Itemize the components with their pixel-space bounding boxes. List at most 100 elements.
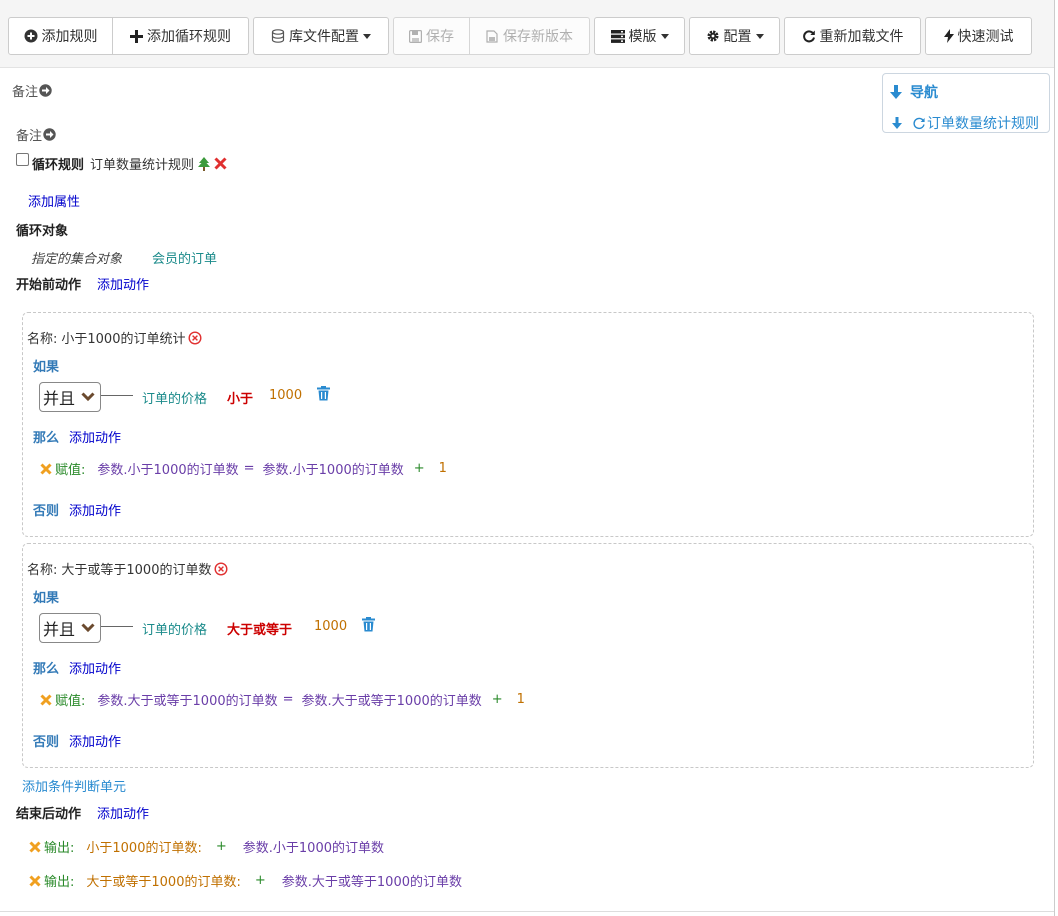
save-button[interactable]: 保存 bbox=[393, 17, 470, 55]
remove-action-icon[interactable] bbox=[29, 874, 41, 887]
else-add-action-link[interactable]: 添加动作 bbox=[69, 500, 121, 519]
lib-config-button[interactable]: 库文件配置 bbox=[253, 17, 389, 55]
then-add-action-link[interactable]: 添加动作 bbox=[69, 427, 121, 446]
assign-increment[interactable]: 1 bbox=[439, 461, 447, 476]
unit-name-label: 名称: bbox=[27, 332, 58, 347]
trash-icon[interactable] bbox=[362, 617, 375, 632]
config-label: 配置 bbox=[723, 29, 752, 45]
remove-action-icon[interactable] bbox=[29, 840, 41, 853]
if-label: 如果 bbox=[33, 360, 60, 375]
else-label: 否则 bbox=[33, 504, 60, 519]
template-button[interactable]: 模版 bbox=[594, 17, 685, 55]
remark-toggle-top[interactable]: 备注 bbox=[12, 81, 52, 100]
add-rule-label: 添加规则 bbox=[41, 29, 98, 45]
server-icon bbox=[610, 29, 625, 43]
condition-value[interactable]: 1000 bbox=[314, 619, 347, 634]
arrow-circle-right-icon bbox=[39, 84, 52, 97]
rule-name[interactable]: 订单数量统计规则 bbox=[90, 154, 194, 173]
add-condition-unit-link[interactable]: 添加条件判断单元 bbox=[22, 776, 126, 795]
output-plus[interactable]: + bbox=[216, 839, 227, 854]
add-rule-button[interactable]: 添加规则 bbox=[8, 17, 113, 55]
save-new-version-label: 保存新版本 bbox=[503, 29, 573, 45]
assign-target[interactable]: 参数.小于1000的订单数 bbox=[97, 459, 238, 478]
condition-unit: 名称: 大于或等于1000的订单数 如果 并且 订单的价格 大于或等于 1000… bbox=[22, 543, 1034, 768]
output-label[interactable]: 大于或等于1000的订单数: bbox=[86, 871, 240, 890]
else-label: 否则 bbox=[33, 735, 60, 750]
remark-toggle-rule[interactable]: 备注 bbox=[16, 125, 56, 144]
caret-down-icon bbox=[363, 33, 371, 39]
caret-down-icon bbox=[660, 33, 669, 39]
rule-type-label: 循环规则 bbox=[32, 158, 85, 173]
trash-icon[interactable] bbox=[317, 386, 330, 401]
assign-plus[interactable]: + bbox=[414, 461, 425, 476]
rule-checkbox[interactable] bbox=[16, 153, 29, 166]
add-loop-rule-button[interactable]: 添加循环规则 bbox=[113, 17, 249, 55]
reload-file-label: 重新加载文件 bbox=[819, 29, 904, 45]
add-loop-rule-label: 添加循环规则 bbox=[147, 29, 231, 45]
condition-connector bbox=[101, 626, 133, 627]
assign-action-row: 赋值: 参数.小于1000的订单数 = 参数.小于1000的订单数 + 1 bbox=[40, 459, 447, 478]
reload-file-button[interactable]: 重新加载文件 bbox=[784, 17, 921, 55]
quick-test-button[interactable]: 快速测试 bbox=[925, 17, 1032, 55]
gear-icon bbox=[706, 29, 720, 43]
save-new-version-button[interactable]: 保存新版本 bbox=[470, 17, 590, 55]
loop-object-value[interactable]: 会员的订单 bbox=[152, 248, 217, 267]
loop-refresh-icon bbox=[912, 116, 926, 130]
output-type: 输出: bbox=[44, 841, 75, 856]
nav-title[interactable]: 导航 bbox=[890, 82, 938, 102]
unit-name[interactable]: 小于1000的订单统计 bbox=[61, 328, 185, 347]
output-label[interactable]: 小于1000的订单数: bbox=[86, 837, 201, 856]
nav-item-loop-rule[interactable]: 订单数量统计规则 bbox=[892, 113, 1039, 133]
assign-equals: = bbox=[282, 692, 294, 707]
document-save-icon bbox=[486, 29, 499, 43]
output-action-row: 输出: 小于1000的订单数: + 参数.小于1000的订单数 bbox=[29, 837, 384, 856]
output-param[interactable]: 参数.大于或等于1000的订单数 bbox=[282, 871, 462, 890]
lightning-icon bbox=[943, 29, 954, 43]
output-action-row: 输出: 大于或等于1000的订单数: + 参数.大于或等于1000的订单数 bbox=[29, 871, 462, 890]
remove-action-icon[interactable] bbox=[40, 693, 52, 706]
quick-test-label: 快速测试 bbox=[957, 29, 1014, 45]
remark-label: 备注 bbox=[12, 85, 39, 100]
delete-circle-icon[interactable] bbox=[188, 330, 202, 345]
condition-operator[interactable]: 大于或等于 bbox=[227, 619, 292, 638]
after-action-label: 结束后动作 bbox=[16, 807, 82, 822]
assign-plus[interactable]: + bbox=[492, 692, 503, 707]
before-action-label: 开始前动作 bbox=[16, 278, 82, 293]
output-type: 输出: bbox=[44, 875, 75, 890]
logic-select[interactable]: 并且 bbox=[39, 382, 101, 412]
nav-panel: 导航 订单数量统计规则 bbox=[882, 73, 1050, 133]
delete-x-icon[interactable] bbox=[214, 157, 227, 170]
output-plus[interactable]: + bbox=[255, 873, 266, 888]
assign-source[interactable]: 参数.大于或等于1000的订单数 bbox=[302, 690, 482, 709]
assign-increment[interactable]: 1 bbox=[517, 692, 525, 707]
delete-circle-icon[interactable] bbox=[214, 561, 228, 576]
output-param[interactable]: 参数.小于1000的订单数 bbox=[243, 837, 384, 856]
unit-name-row: 名称: 小于1000的订单统计 bbox=[27, 328, 202, 347]
condition-field[interactable]: 订单的价格 bbox=[142, 619, 207, 638]
then-label: 那么 bbox=[33, 662, 60, 677]
plus-circle-icon bbox=[24, 29, 38, 43]
condition-value[interactable]: 1000 bbox=[269, 388, 302, 403]
condition-field[interactable]: 订单的价格 bbox=[142, 388, 207, 407]
refresh-icon bbox=[802, 29, 816, 43]
else-add-action-link[interactable]: 添加动作 bbox=[69, 731, 121, 750]
if-label: 如果 bbox=[33, 591, 60, 606]
logic-select-value: 并且 bbox=[43, 389, 76, 408]
add-property-link[interactable]: 添加属性 bbox=[28, 191, 80, 210]
config-button[interactable]: 配置 bbox=[689, 17, 780, 55]
arrow-down-icon bbox=[890, 85, 902, 99]
floppy-icon bbox=[409, 29, 422, 43]
after-add-action-link[interactable]: 添加动作 bbox=[97, 803, 149, 822]
before-add-action-link[interactable]: 添加动作 bbox=[97, 274, 149, 293]
tree-icon[interactable] bbox=[198, 156, 211, 171]
condition-operator[interactable]: 小于 bbox=[227, 388, 253, 407]
arrow-down-icon bbox=[892, 117, 902, 129]
assign-source[interactable]: 参数.小于1000的订单数 bbox=[263, 459, 404, 478]
unit-name[interactable]: 大于或等于1000的订单数 bbox=[61, 559, 211, 578]
then-add-action-link[interactable]: 添加动作 bbox=[69, 658, 121, 677]
remove-action-icon[interactable] bbox=[40, 462, 52, 475]
logic-select[interactable]: 并且 bbox=[39, 613, 101, 643]
rule-header: 循环规则 订单数量统计规则 bbox=[32, 154, 227, 173]
assign-target[interactable]: 参数.大于或等于1000的订单数 bbox=[97, 690, 277, 709]
unit-name-row: 名称: 大于或等于1000的订单数 bbox=[27, 559, 228, 578]
